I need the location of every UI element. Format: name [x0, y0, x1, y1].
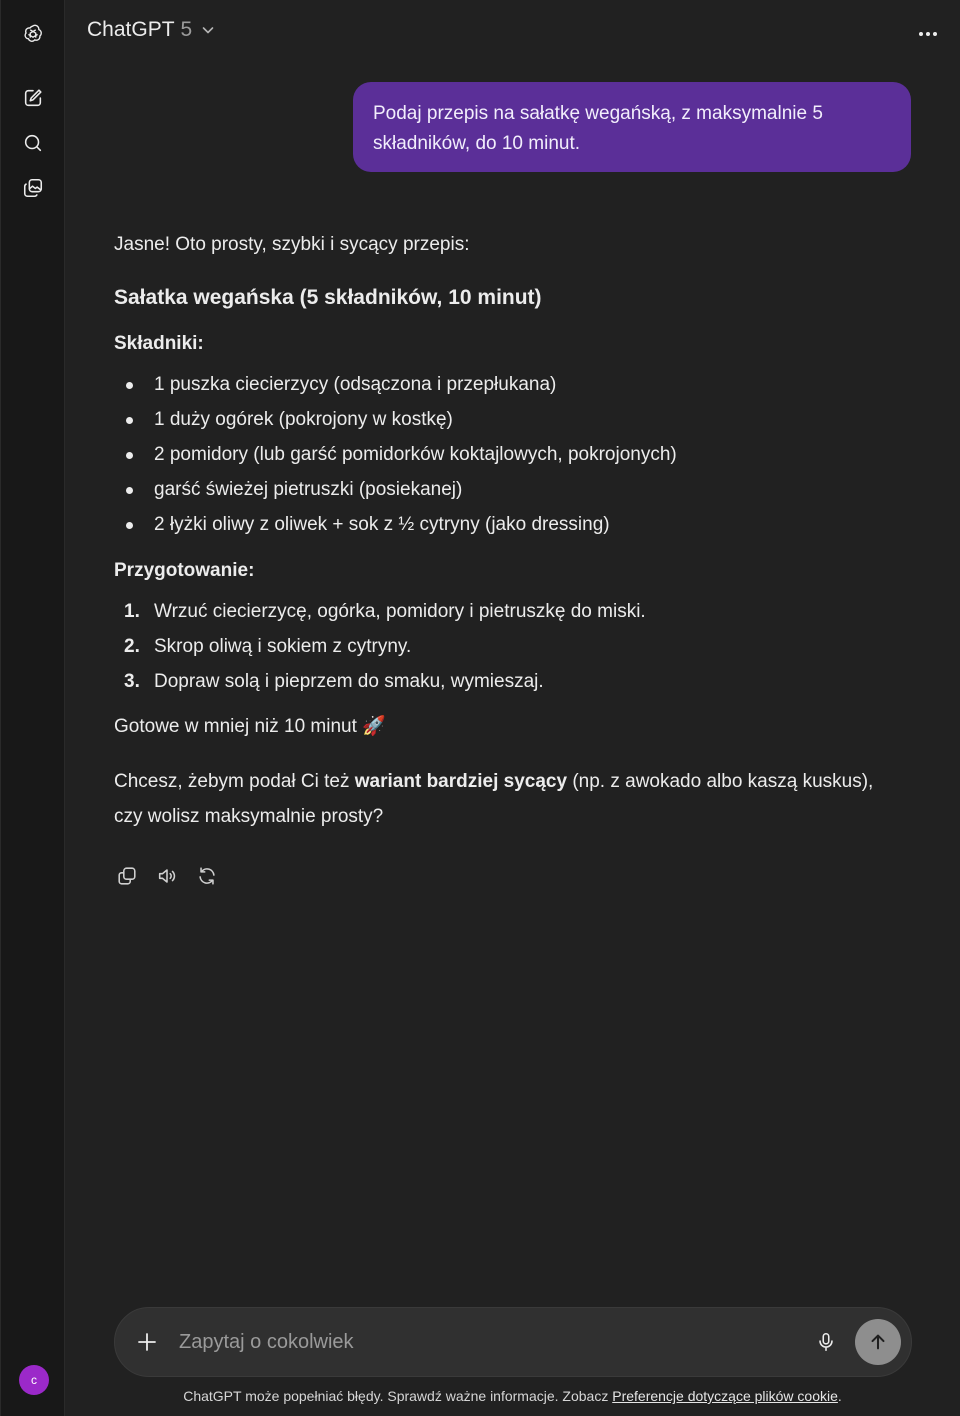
step-text: Wrzuć ciecierzycę, ogórka, pomidory i pi… [154, 601, 646, 622]
assistant-intro: Jasne! Oto prosty, szybki i sycący przep… [114, 234, 470, 255]
done-text: Gotowe w mniej niż 10 minut 🚀 [114, 716, 386, 737]
step-number: 3. [124, 671, 140, 692]
disclaimer-text: ChatGPT może popełniać błędy. Sprawdź wa… [183, 1388, 613, 1404]
list-item: 1 puszka ciecierzycy (odsączona i przepł… [114, 367, 904, 402]
chat-app: c ChatGPT 5 Podaj przepis na sałatkę weg… [0, 0, 960, 1416]
copy-icon [118, 867, 136, 885]
list-item: 1. Wrzuć ciecierzycę, ogórka, pomidory i … [114, 594, 904, 629]
openai-logo-icon[interactable] [17, 18, 49, 50]
list-item: 2 pomidory (lub garść pomidorków koktajl… [114, 437, 904, 472]
copy-button[interactable] [114, 862, 140, 890]
list-item: 2 łyżki oliwy z oliwek + sok z ½ cytryny… [114, 507, 904, 542]
ingredients-list: 1 puszka ciecierzycy (odsączona i przepł… [114, 367, 904, 542]
step-number: 2. [124, 636, 140, 657]
top-bar: ChatGPT 5 [65, 0, 960, 68]
assistant-message: Jasne! Oto prosty, szybki i sycący przep… [114, 228, 904, 834]
model-selector[interactable]: ChatGPT 5 [87, 18, 216, 42]
recipe-title: Sałatka wegańska (5 składników, 10 minut… [114, 286, 542, 309]
images-icon [23, 178, 43, 198]
prompt-input[interactable] [179, 1325, 779, 1359]
more-horizontal-icon [919, 32, 937, 36]
question-bold: wariant bardziej sycący [354, 771, 568, 792]
model-name: ChatGPT [87, 18, 175, 41]
search-icon [24, 134, 42, 152]
model-version: 5 [180, 18, 193, 41]
ingredients-heading: Składniki: [114, 333, 204, 354]
question-pre: Chcesz, żebym podał Ci też [114, 771, 355, 792]
search-chats-button[interactable] [17, 127, 49, 159]
read-aloud-button[interactable] [154, 862, 180, 890]
steps-heading: Przygotowanie: [114, 560, 255, 581]
message-actions [114, 862, 220, 890]
steps-list: 1. Wrzuć ciecierzycę, ogórka, pomidory i … [114, 594, 904, 699]
microphone-icon [819, 1332, 833, 1352]
composer [114, 1307, 912, 1377]
cookie-preferences-link[interactable]: Preferencje dotyczące plików cookie [612, 1388, 838, 1404]
regenerate-icon [199, 867, 215, 885]
user-avatar[interactable]: c [19, 1365, 49, 1395]
read-aloud-icon [158, 869, 176, 883]
list-item: 3. Dopraw solą i pieprzem do smaku, wymie… [114, 664, 904, 699]
arrow-up-icon [871, 1334, 885, 1350]
new-chat-button[interactable] [17, 82, 49, 114]
list-item: 1 duży ogórek (pokrojony w kostkę) [114, 402, 904, 437]
regenerate-button[interactable] [194, 862, 220, 890]
user-message: Podaj przepis na sałatkę wegańską, z mak… [353, 82, 911, 172]
follow-up-question: Chcesz, żebym podał Ci też wariant bardz… [114, 764, 904, 834]
step-text: Skrop oliwą i sokiem z cytryny. [154, 636, 412, 657]
list-item: 2. Skrop oliwą i sokiem z cytryny. [114, 629, 904, 664]
plus-icon [138, 1333, 156, 1351]
library-button[interactable] [17, 172, 49, 204]
step-text: Dopraw solą i pieprzem do smaku, wymiesz… [154, 671, 544, 692]
dictate-button[interactable] [812, 1328, 840, 1356]
sidebar-rail: c [0, 0, 65, 1416]
disclaimer: ChatGPT może popełniać błędy. Sprawdź wa… [65, 1388, 960, 1404]
chevron-down-icon [202, 27, 214, 34]
add-attachment-button[interactable] [133, 1328, 161, 1356]
disclaimer-end: . [837, 1388, 842, 1404]
step-number: 1. [124, 601, 140, 622]
list-item: garść świeżej pietruszki (posiekanej) [114, 472, 904, 507]
send-button[interactable] [855, 1319, 901, 1365]
edit-icon [24, 89, 42, 107]
more-options-button[interactable] [914, 20, 942, 48]
